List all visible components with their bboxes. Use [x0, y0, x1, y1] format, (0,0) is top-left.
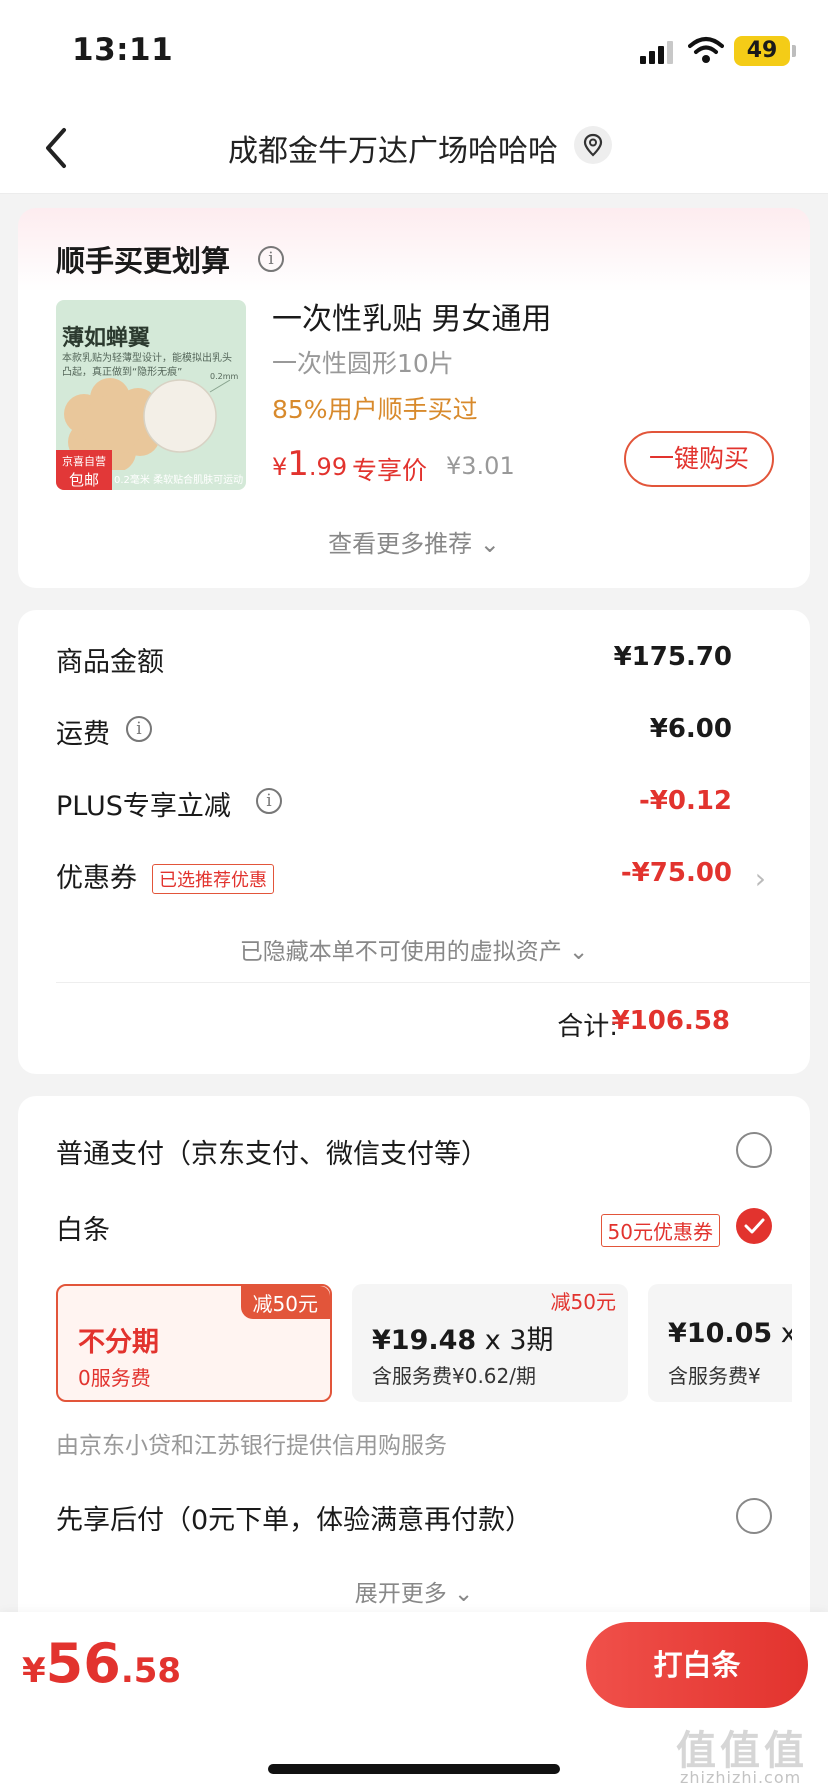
payment-card: 普通支付（京东支付、微信支付等） 白条 50元优惠券 减50元 不分期 0服务费… [18, 1096, 810, 1656]
plan-main: ¥19.48 x 3期 [372, 1325, 554, 1356]
exclusive-price-tag: 专享价 [352, 456, 428, 485]
self-operated-badge: 京喜自营 包邮 [56, 450, 112, 490]
battery-cap [792, 45, 796, 57]
goods-amount-value: ¥175.70 [613, 642, 732, 672]
plan-fee: 含服务费¥0.62/期 [372, 1364, 536, 1388]
social-proof: 85%用户顺手买过 [272, 395, 478, 424]
recommend-title: 顺手买更划算 [56, 244, 231, 278]
pay-with-baitiao-button[interactable]: 打白条 [586, 1622, 808, 1708]
more-recommendations-link[interactable]: 查看更多推荐 ⌄ [18, 524, 810, 559]
plan-more-installments[interactable]: ¥10.05 x 含服务费¥ [648, 1284, 792, 1402]
status-time: 13:11 [72, 32, 174, 68]
status-bar: 13:11 49 [0, 0, 828, 100]
shipping-info-icon[interactable]: i [126, 716, 152, 742]
chevron-right-icon[interactable]: › [755, 862, 766, 895]
shipping-label: 运费 [56, 719, 110, 750]
normal-pay-radio[interactable] [736, 1132, 772, 1168]
plus-discount-label: PLUS专享立减 [56, 791, 231, 822]
product-image-title: 薄如蝉翼 [62, 326, 151, 351]
watermark-url: zhizhizhi.com [680, 1768, 802, 1787]
bottom-bar: ¥56.58 打白条 值值值 zhizhizhi.com [0, 1612, 828, 1792]
info-icon[interactable]: i [258, 246, 284, 272]
product-image[interactable]: 薄如蝉翼 本款乳贴为轻薄型设计，能模拟出乳头凸起，真正做到“隐形无痕” 0.2m… [56, 300, 246, 490]
plan-discount-badge: 减50元 [550, 1290, 616, 1314]
recommend-card: 顺手买更划算 i 薄如蝉翼 本款乳贴为轻薄型设计，能模拟出乳头凸起，真正做到“隐… [18, 208, 810, 588]
plan-fee: 0服务费 [78, 1366, 151, 1390]
plan-3-installments[interactable]: 减50元 ¥19.48 x 3期 含服务费¥0.62/期 [352, 1284, 628, 1402]
location-pin-icon[interactable] [574, 126, 612, 164]
credit-provider-note: 由京东小贷和江苏银行提供信用购服务 [56, 1433, 447, 1459]
one-click-buy-button[interactable]: 一键购买 [624, 431, 774, 487]
plan-main: ¥10.05 x [668, 1318, 792, 1349]
pay-later-radio[interactable] [736, 1498, 772, 1534]
total-label: 合计: [557, 1012, 618, 1042]
address-title[interactable]: 成都金牛万达广场哈哈哈 [0, 126, 828, 170]
shipping-value: ¥6.00 [649, 714, 732, 744]
coupon-selected-tag: 已选推荐优惠 [152, 864, 274, 894]
order-summary-card: 商品金额 ¥175.70 运费 i ¥6.00 PLUS专享立减 i -¥0.1… [18, 610, 810, 1074]
coupon-value[interactable]: -¥75.00 [621, 858, 732, 888]
svg-text:0.2mm: 0.2mm [210, 372, 239, 381]
wifi-icon [688, 37, 724, 63]
coupon-label: 优惠券 [56, 863, 137, 894]
installment-plans: 减50元 不分期 0服务费 减50元 ¥19.48 x 3期 含服务费¥0.62… [56, 1284, 792, 1408]
signal-icon [640, 41, 673, 64]
plan-discount-badge: 减50元 [240, 1286, 330, 1319]
plan-main: 不分期 [78, 1327, 159, 1358]
baitiao-coupon-tag: 50元优惠券 [600, 1214, 720, 1247]
plan-no-installment[interactable]: 减50元 不分期 0服务费 [56, 1284, 332, 1402]
product-price: ¥1.99 [272, 444, 348, 484]
plan-fee: 含服务费¥ [668, 1364, 761, 1388]
total-value: ¥106.58 [611, 1006, 730, 1036]
goods-amount-label: 商品金额 [56, 647, 164, 678]
baitiao-label[interactable]: 白条 [56, 1208, 110, 1247]
normal-pay-label[interactable]: 普通支付（京东支付、微信支付等） [56, 1132, 488, 1171]
product-image-footer: 0.2毫米 柔软贴合肌肤可运动 [114, 475, 244, 486]
pay-later-label[interactable]: 先享后付（0元下单，体验满意再付款） [56, 1498, 532, 1537]
battery-indicator: 49 [734, 36, 790, 66]
product-spec: 一次性圆形10片 [272, 349, 454, 378]
nav-bar: 成都金牛万达广场哈哈哈 [0, 100, 828, 194]
final-price: ¥56.58 [22, 1632, 182, 1695]
original-price: ¥3.01 [446, 452, 515, 480]
expand-more-link[interactable]: 展开更多 ⌄ [18, 1574, 810, 1608]
plus-info-icon[interactable]: i [256, 788, 282, 814]
product-name[interactable]: 一次性乳贴 男女通用 [272, 294, 552, 338]
hidden-assets-toggle[interactable]: 已隐藏本单不可使用的虚拟资产 ⌄ [18, 932, 810, 966]
plus-discount-value: -¥0.12 [638, 786, 732, 816]
baitiao-check-icon[interactable] [736, 1208, 772, 1244]
home-indicator [268, 1764, 560, 1774]
divider [56, 982, 810, 983]
